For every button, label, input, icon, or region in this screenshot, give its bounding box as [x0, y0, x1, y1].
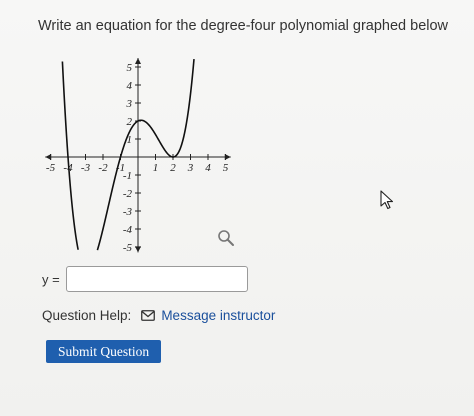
submit-question-button[interactable]: Submit Question	[46, 340, 162, 363]
question-help-row: Question Help: Message instructor	[42, 308, 275, 323]
answer-label: y =	[42, 271, 60, 287]
graph-axes	[45, 58, 231, 253]
y-tick-label: -4	[123, 224, 133, 236]
message-instructor-link[interactable]: Message instructor	[161, 308, 275, 323]
y-axis-arrow	[135, 58, 141, 64]
y-tick-label: -1	[123, 170, 132, 182]
y-tick-label: -5	[123, 242, 133, 254]
y-tick-label: -3	[123, 206, 133, 218]
question-help-label: Question Help:	[42, 308, 132, 323]
y-tick-label: 4	[127, 80, 133, 92]
magnifier-icon[interactable]	[216, 228, 236, 248]
question-prompt: Write an equation for the degree-four po…	[38, 18, 449, 34]
answer-input[interactable]	[65, 266, 248, 292]
mouse-pointer-icon	[380, 190, 394, 210]
x-tick-label: 3	[187, 162, 194, 174]
mail-icon[interactable]	[141, 310, 156, 321]
y-tick-label: 5	[127, 62, 133, 74]
x-tick-label: 2	[170, 162, 176, 174]
question-page: Write an equation for the degree-four po…	[0, 0, 474, 416]
y-tick-label: -2	[123, 188, 133, 200]
graph-tick-labels: -5 -4 -3 -2 -1 1 2 3 4 554321-1-2-3-4-5	[46, 62, 229, 254]
x-tick-label: -3	[81, 162, 91, 174]
answer-row: y =	[42, 264, 248, 294]
y-tick-label: 2	[127, 116, 133, 128]
y-tick-label: 3	[126, 98, 133, 110]
x-tick-label: 1	[153, 162, 159, 174]
graph-svg: -5 -4 -3 -2 -1 1 2 3 4 554321-1-2-3-4-5	[45, 58, 231, 254]
x-tick-label: 4	[205, 162, 211, 174]
polynomial-graph: -5 -4 -3 -2 -1 1 2 3 4 5 5 4 3 2 1 -1 -2 -3 -4 -5	[28, 40, 248, 254]
x-tick-label: -5	[46, 162, 56, 174]
x-tick-label: 5	[223, 162, 229, 174]
x-tick-label: -2	[98, 162, 108, 174]
